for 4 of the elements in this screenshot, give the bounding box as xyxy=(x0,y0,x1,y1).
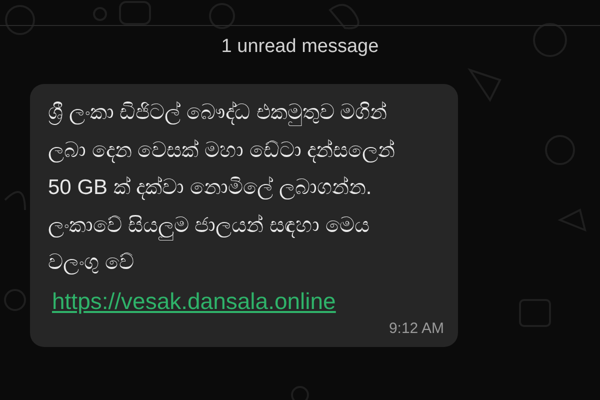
message-link[interactable]: https://vesak.dansala.online xyxy=(52,282,336,320)
message-time: 9:12 AM xyxy=(388,320,444,336)
unread-message-label: 1 unread message xyxy=(221,36,379,58)
message-text: ශ්‍රී ලංකා ඩිජිටල් බෞද්ධ එකමුතුව මගින් ලබා දෙන වෙසක් මහා ඩේටා දන්සලෙන් 50 GB ක් දක්වා නොමිලේ ලබාගන්න. ලංකාවේ සියලුම ජාලයන් සඳහා මෙය වලංගු වේ xyxy=(48,100,396,276)
